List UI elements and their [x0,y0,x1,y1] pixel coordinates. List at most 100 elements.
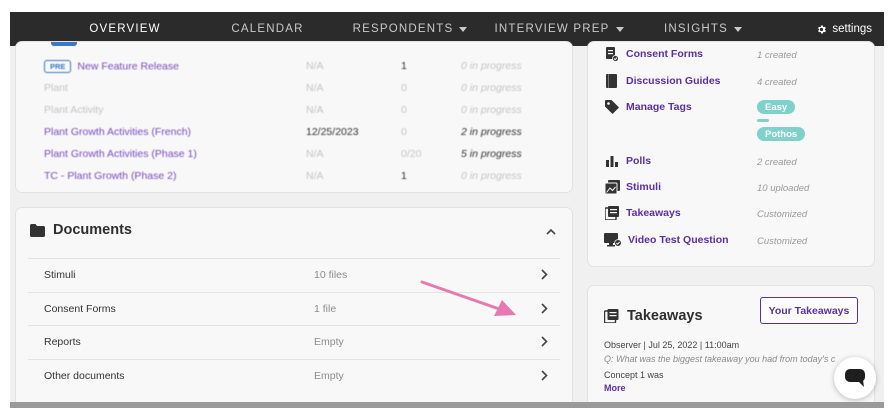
folder-icon [30,223,45,237]
tag-chip[interactable]: Pothos [757,127,806,141]
activity-row[interactable]: Plant Growth Activities (French) 12/25/2… [16,122,572,144]
book-icon [604,73,620,89]
resource-consent-forms[interactable]: Consent Forms [604,44,703,64]
activity-date: N/A [306,104,324,116]
takeaway-answer: Concept 1 was [604,370,664,380]
resource-manage-tags[interactable]: Manage Tags [604,97,692,117]
tab-interview-prep-label: INTERVIEW PREP [494,23,610,35]
takeaway-meta: Observer | Jul 25, 2022 | 11:00am [604,340,740,350]
more-link[interactable]: More [604,383,626,393]
bar-chart-icon [604,153,620,169]
resource-meta: Customized [757,236,808,247]
activity-status: 0 in progress [461,104,522,116]
resource-polls[interactable]: Polls [604,151,651,171]
activity-name: TC - Plant Growth (Phase 2) [44,170,177,182]
settings-button[interactable]: settings [816,12,872,46]
documents-title: Documents [53,222,132,238]
monitor-check-icon [604,232,622,248]
activity-count: 0/20 [401,148,422,160]
tab-interview-prep[interactable]: INTERVIEW PREP [494,12,624,46]
tab-overview[interactable]: OVERVIEW [56,12,194,46]
activity-count: 1 [401,170,407,182]
tag-icon [604,99,620,115]
activity-row[interactable]: TC - Plant Growth (Phase 2) N/A 1 0 in p… [16,166,572,188]
document-meta: Empty [314,370,344,382]
document-name: Other documents [44,370,125,382]
document-check-icon [604,46,620,62]
activity-count: 1 [401,60,407,72]
resource-label: Discussion Guides [626,75,721,87]
document-row-reports[interactable]: Reports Empty [28,325,560,358]
activity-date: N/A [306,170,324,182]
activity-count: 0 [401,82,407,94]
chevron-right-icon [541,269,548,280]
activity-status: 0 in progress [461,82,522,94]
tab-respondents[interactable]: RESPONDENTS [350,12,470,46]
tag-chip[interactable]: Easy [757,100,796,114]
activities-card: PRE New Feature Release N/A 1 0 in progre… [16,42,572,192]
tab-overview-label: OVERVIEW [89,23,161,35]
annotation-arrow [420,280,516,316]
resources-card: Consent Forms 1 created Discussion Guide… [588,42,874,266]
resource-label: Polls [626,155,652,167]
tab-insights[interactable]: INSIGHTS [660,12,746,46]
chat-icon [845,369,865,387]
chevron-right-icon [541,303,548,314]
activity-name: New Feature Release [77,60,179,73]
activity-status: 0 in progress [461,60,522,72]
activity-name: Plant Activity [44,104,104,116]
app-window: OVERVIEW CALENDAR RESPONDENTS INTERVIEW … [10,12,884,408]
chevron-up-icon[interactable] [546,228,556,235]
document-name: Consent Forms [44,303,116,315]
document-meta: Empty [314,336,344,348]
tab-insights-label: INSIGHTS [664,23,728,35]
takeaway-question: Q: What was the biggest takeaway you had… [604,354,836,364]
activity-name: Plant Growth Activities (French) [44,126,192,138]
takeaways-card: Takeaways Your Takeaways Observer | Jul … [588,286,874,402]
tab-calendar-label: CALENDAR [231,23,304,35]
gear-icon [818,25,827,33]
resource-meta: 2 created [757,157,797,168]
document-name: Reports [44,336,81,348]
activity-row[interactable]: Plant Activity N/A 0 0 in progress [16,100,572,122]
document-row-other-documents[interactable]: Other documents Empty [28,359,560,392]
tab-calendar[interactable]: CALENDAR [215,12,320,46]
resource-meta: 10 uploaded [757,183,810,194]
scroll-indicator [51,42,77,46]
activity-row[interactable]: Plant N/A 0 0 in progress [16,78,572,100]
notes-icon [604,309,619,323]
activity-status: 2 in progress [461,126,522,138]
resource-meta: 4 created [757,77,797,88]
resource-label: Consent Forms [626,48,704,60]
chevron-right-icon [541,370,548,381]
activity-row[interactable]: PRE New Feature Release N/A 1 0 in progre… [16,56,572,78]
resource-discussion-guides[interactable]: Discussion Guides [604,71,721,91]
your-takeaways-button[interactable]: Your Takeaways [760,297,858,324]
activity-status: 5 in progress [461,148,522,160]
resource-meta: 1 created [757,50,797,61]
resource-takeaways[interactable]: Takeaways [604,203,681,223]
chat-launcher-button[interactable] [834,357,876,399]
activity-name: Plant [44,82,68,94]
caret-down-icon [615,26,624,32]
document-name: Stimuli [44,269,76,281]
activity-row[interactable]: Plant Growth Activities (Phase 1) N/A 0/… [16,144,572,166]
chevron-right-icon [541,336,548,347]
activity-date: 12/25/2023 [306,126,359,138]
settings-label: settings [832,23,872,35]
resource-stimuli[interactable]: Stimuli [604,177,661,197]
resource-label: Stimuli [626,181,662,193]
top-nav: OVERVIEW CALENDAR RESPONDENTS INTERVIEW … [10,12,884,46]
document-meta: 1 file [314,303,337,315]
images-icon [604,179,620,195]
activity-count: 0 [401,126,407,138]
resource-video-test-question[interactable]: Video Test Question [604,230,729,250]
activity-date: N/A [306,60,324,72]
activity-status: 0 in progress [461,170,522,182]
activity-name: Plant Growth Activities (Phase 1) [44,148,197,160]
takeaways-title: Takeaways [627,308,703,324]
activity-date: N/A [306,82,324,94]
documents-header: Documents [30,222,132,238]
activity-count: 0 [401,104,407,116]
notes-icon [604,205,620,221]
